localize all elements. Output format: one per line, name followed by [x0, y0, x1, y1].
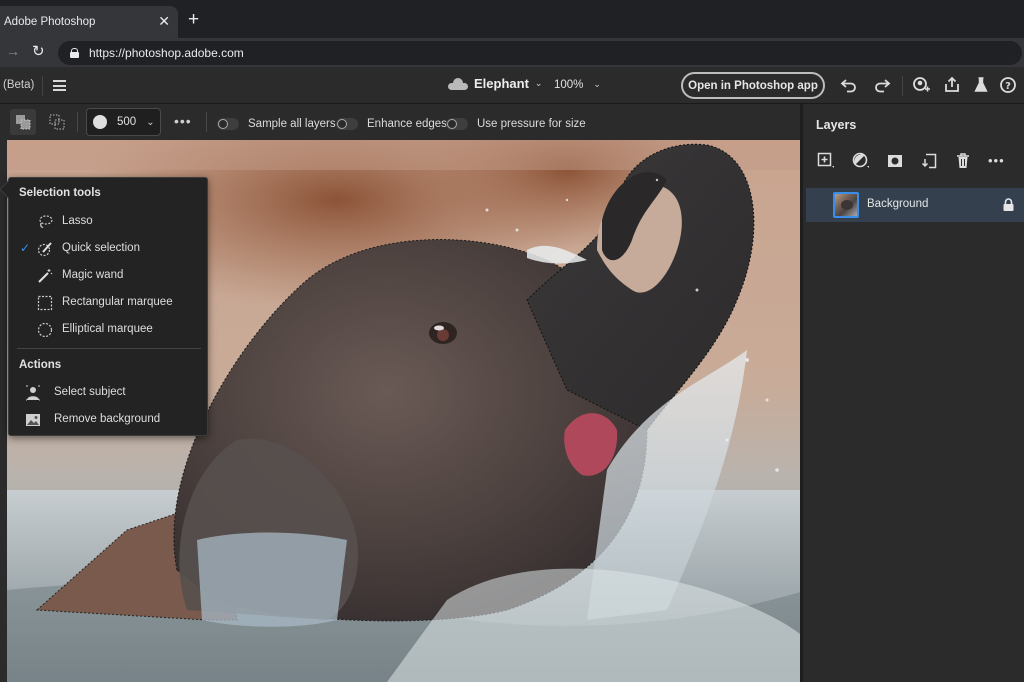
menu-item-label: Select subject: [54, 386, 126, 398]
adjustment-layer-icon[interactable]: [852, 152, 870, 170]
remove-background-icon: [25, 412, 41, 428]
brush-size-value: 500: [117, 116, 137, 128]
divider: [17, 348, 201, 349]
tab-close-icon[interactable]: ✕: [158, 13, 170, 30]
menu-item-label: Elliptical marquee: [62, 323, 153, 335]
ellipse-marquee-icon: [37, 322, 53, 338]
document-title-dropdown[interactable]: Elephant ⌄: [448, 76, 542, 91]
magic-wand-icon: [37, 268, 53, 284]
divider: [42, 76, 43, 96]
menu-item-rectangular-marquee[interactable]: Rectangular marquee: [9, 291, 207, 315]
add-layer-icon[interactable]: [817, 152, 835, 170]
sample-all-layers-toggle[interactable]: [217, 118, 239, 130]
layer-toolbar: •••: [817, 152, 1017, 172]
lock-icon[interactable]: [1003, 198, 1014, 211]
beta-label: (Beta): [3, 79, 35, 91]
beta-lab-icon[interactable]: [972, 76, 990, 94]
layers-panel-title: Layers: [816, 118, 857, 132]
menu-item-label: Remove background: [54, 413, 161, 425]
select-subject-icon: [25, 385, 41, 401]
cloud-icon: [448, 77, 468, 90]
menu-item-label: Rectangular marquee: [62, 296, 173, 308]
chevron-down-icon: ⌄: [593, 79, 601, 89]
new-tab-button[interactable]: +: [188, 10, 199, 30]
share-icon[interactable]: [943, 76, 961, 94]
browser-tab[interactable]: Adobe Photoshop ✕: [0, 6, 178, 38]
more-icon[interactable]: •••: [988, 152, 1006, 170]
use-pressure-label: Use pressure for size: [477, 118, 586, 130]
menu-icon[interactable]: [53, 80, 66, 91]
layers-panel: Layers ••• Background: [800, 104, 1024, 682]
new-selection-mode-button[interactable]: [10, 109, 36, 135]
selection-tools-heading: Selection tools: [19, 187, 101, 199]
svg-text:?: ?: [1005, 81, 1011, 92]
subtract-selection-mode-button[interactable]: [44, 109, 70, 135]
delete-icon[interactable]: [954, 152, 972, 170]
layer-thumbnail: [833, 192, 859, 218]
chevron-down-icon: ⌄: [146, 116, 155, 128]
chevron-down-icon: ⌄: [534, 78, 543, 88]
enhance-edges-toggle[interactable]: [336, 118, 358, 130]
help-icon[interactable]: ?: [999, 76, 1017, 94]
brush-preview-icon: [93, 115, 107, 129]
forward-icon[interactable]: →: [6, 43, 20, 59]
use-pressure-toggle[interactable]: [446, 118, 468, 130]
layer-row-background[interactable]: Background: [806, 188, 1024, 222]
zoom-dropdown[interactable]: 100% ⌄: [554, 79, 601, 91]
menu-item-elliptical-marquee[interactable]: Elliptical marquee: [9, 318, 207, 342]
clip-icon[interactable]: [920, 152, 938, 170]
tool-options-bar: 500 ⌄ ••• Sample all layers Enhance edge…: [0, 104, 800, 140]
zoom-value: 100%: [554, 79, 584, 91]
add-mask-icon[interactable]: [886, 152, 904, 170]
menu-item-lasso[interactable]: Lasso: [9, 210, 207, 234]
brush-size-dropdown[interactable]: 500 ⌄: [86, 108, 161, 136]
sample-all-layers-label: Sample all layers: [248, 118, 336, 130]
layer-name: Background: [867, 198, 929, 210]
menu-item-label: Magic wand: [62, 269, 124, 281]
url-input[interactable]: https://photoshop.adobe.com: [58, 41, 1022, 65]
divider: [902, 76, 903, 96]
menu-item-magic-wand[interactable]: Magic wand: [9, 264, 207, 288]
invite-icon[interactable]: [912, 76, 930, 94]
reload-icon[interactable]: ↻: [32, 42, 45, 60]
menu-item-remove-background[interactable]: Remove background: [9, 408, 207, 432]
lasso-icon: [37, 214, 53, 230]
menu-item-label: Lasso: [62, 215, 93, 227]
url-text: https://photoshop.adobe.com: [89, 46, 244, 60]
lock-icon: [70, 48, 79, 58]
open-in-photoshop-button[interactable]: Open in Photoshop app: [681, 72, 825, 99]
browser-address-bar: → ↻ https://photoshop.adobe.com: [0, 38, 1024, 68]
menu-item-select-subject[interactable]: Select subject: [9, 381, 207, 405]
document-name: Elephant: [474, 76, 529, 91]
enhance-edges-label: Enhance edges: [367, 118, 447, 130]
menu-item-label: Quick selection: [62, 242, 140, 254]
quick-selection-icon: [37, 241, 53, 257]
selection-tools-flyout: Selection tools Lasso ✓ Quick selection …: [8, 177, 208, 436]
app-header: (Beta) Elephant ⌄ 100% ⌄ Open in Photosh…: [0, 68, 1024, 104]
divider: [206, 112, 207, 132]
redo-icon[interactable]: [873, 76, 891, 94]
divider: [77, 112, 78, 132]
rect-marquee-icon: [37, 295, 53, 311]
menu-item-quick-selection[interactable]: ✓ Quick selection: [9, 237, 207, 261]
checkmark-icon: ✓: [20, 241, 31, 255]
tab-title: Adobe Photoshop: [4, 16, 96, 28]
undo-icon[interactable]: [840, 76, 858, 94]
actions-heading: Actions: [19, 359, 62, 371]
browser-tab-bar: Adobe Photoshop ✕ +: [0, 0, 1024, 38]
more-options-icon[interactable]: •••: [174, 113, 192, 129]
